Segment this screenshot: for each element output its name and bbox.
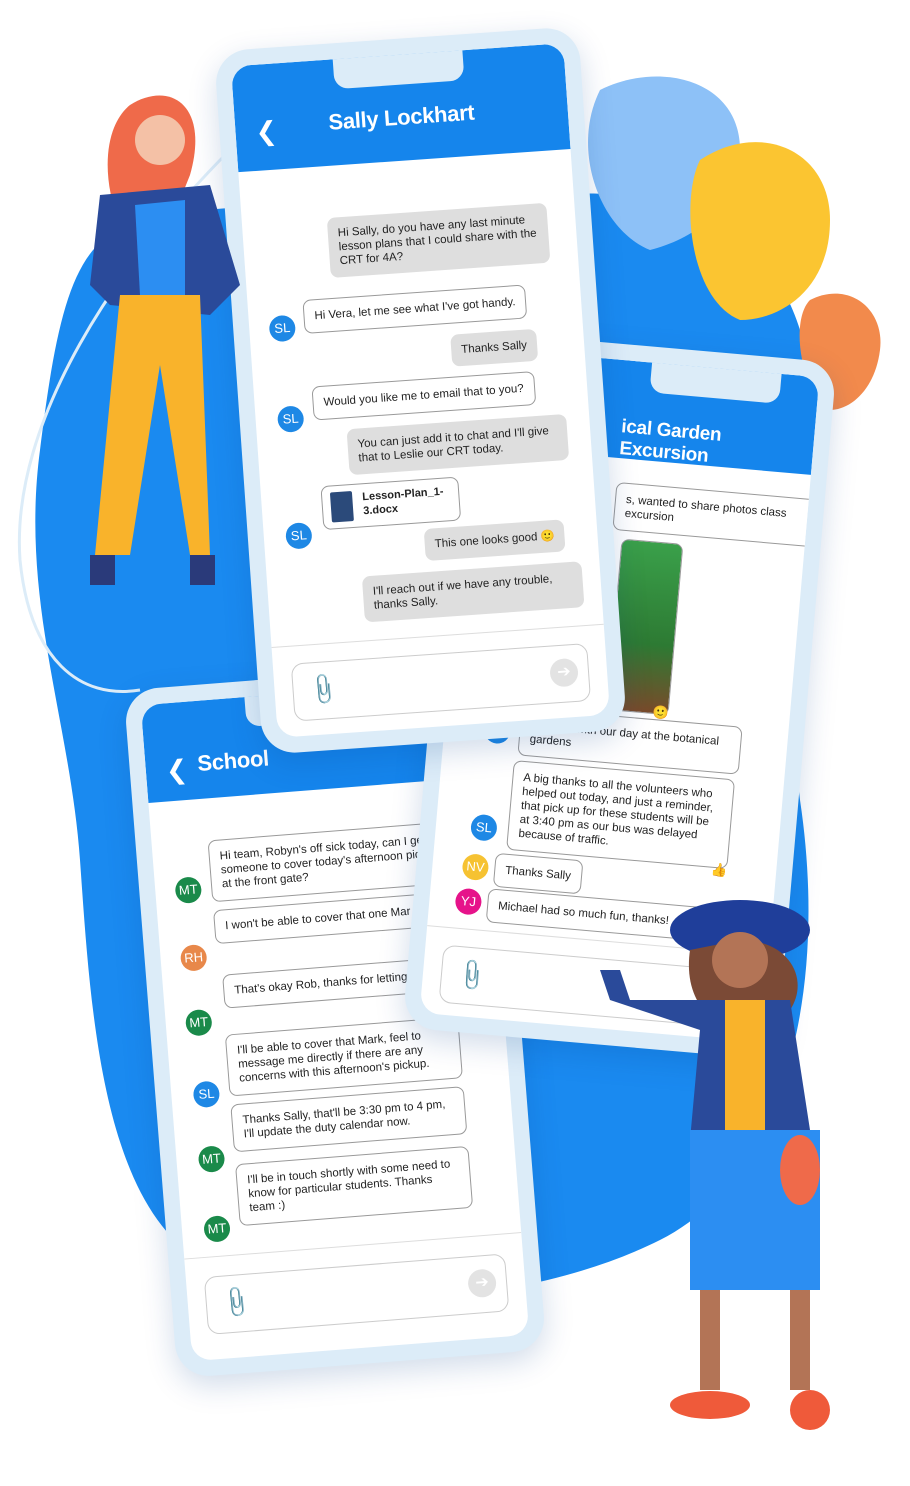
avatar: SL [284,521,313,550]
message-bubble: Thanks Sally [450,328,539,367]
message-bubble: Hi Sally, do you have any last minute le… [326,202,551,278]
send-icon[interactable]: ➔ [467,1268,498,1299]
message-bubble: I'll be in touch shortly with some need … [235,1145,474,1227]
message-bubble: Hi Vera, let me see what I've got handy. [302,284,528,334]
avatar: SL [469,813,499,842]
avatar: MT [203,1214,232,1243]
chat-title: ical Garden Excursion [618,416,723,467]
woman-blue-hat-illustration [600,900,830,1430]
chat-header: ❮ Sally Lockhart [230,43,571,173]
attachment-icon[interactable]: 📎 [218,1284,255,1321]
attachment-icon[interactable]: 📎 [305,671,342,708]
back-chevron-icon[interactable]: ❮ [165,754,189,787]
message-bubble: You can just add it to chat and I'll giv… [346,413,570,476]
message-bubble: Would you like me to email that to you? [311,371,536,421]
avatar: RH [179,943,208,972]
phone-sally-chat: ❮ Sally Lockhart Hi Sally, do you have a… [213,26,628,755]
leaf-yellow [690,142,830,320]
avatar: NV [461,853,490,882]
message-input[interactable]: 📎 ➔ [290,642,592,722]
file-attachment[interactable]: Lesson-Plan_1-3.docx [320,476,462,531]
reaction-thumbs-up-icon: 👍 [710,861,728,879]
avatar: SL [192,1080,221,1109]
avatar: MT [184,1008,213,1037]
chat-title: Sally Lockhart [327,99,476,135]
document-icon [329,491,354,523]
message-input[interactable]: 📎 ➔ [203,1253,510,1335]
woman-red-hair-illustration [90,95,240,585]
avatar: YJ [454,887,483,916]
file-name: Lesson-Plan_1-3.docx [361,485,444,518]
message-bubble: Thanks Sally, that'll be 3:30 pm to 4 pm… [230,1086,468,1153]
message-bubble: Thanks Sally [492,852,584,895]
message-bubble: s, wanted to share photos class excursio… [612,481,818,548]
avatar: MT [174,876,203,905]
avatar: MT [197,1145,226,1174]
send-icon[interactable]: ➔ [549,657,579,688]
message-bubble: A big thanks to all the volunteers who h… [506,760,736,870]
attachment-icon[interactable]: 📎 [453,956,491,994]
avatar: SL [268,314,297,343]
message-bubble: I'll reach out if we have any trouble, t… [361,561,585,623]
avatar: SL [276,405,305,434]
message-bubble: This one looks good 🙂 [423,519,567,562]
